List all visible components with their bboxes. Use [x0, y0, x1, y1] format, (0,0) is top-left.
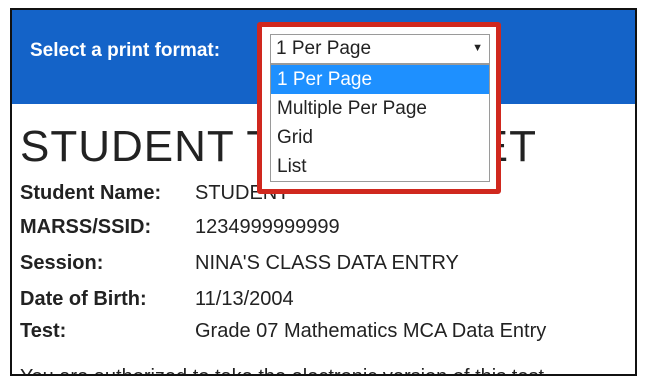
ssid-value: 1234999999999 [195, 216, 340, 238]
print-format-selected-value: 1 Per Page [276, 38, 372, 59]
ssid-row: MARSS/SSID: 1234999999999 [20, 216, 340, 239]
print-format-select[interactable]: 1 Per Page ▼ [270, 34, 490, 64]
test-value: Grade 07 Mathematics MCA Data Entry [195, 320, 547, 342]
session-label: Session: [20, 252, 104, 274]
dob-row: Date of Birth: 11/13/2004 [20, 288, 294, 311]
option-1-per-page[interactable]: 1 Per Page [271, 65, 489, 94]
option-grid[interactable]: Grid [271, 123, 489, 152]
session-row: Session: NINA'S CLASS DATA ENTRY [20, 252, 459, 275]
test-row: Test: Grade 07 Mathematics MCA Data Entr… [20, 320, 546, 343]
student-name-label: Student Name: [20, 182, 162, 204]
authorization-text: You are authorized to take the electroni… [20, 366, 544, 374]
ssid-label: MARSS/SSID: [20, 216, 152, 238]
session-value: NINA'S CLASS DATA ENTRY [195, 252, 459, 274]
test-label: Test: [20, 320, 67, 342]
dob-label: Date of Birth: [20, 288, 147, 310]
print-format-options: 1 Per Page Multiple Per Page Grid List [270, 64, 490, 182]
option-multiple-per-page[interactable]: Multiple Per Page [271, 94, 489, 123]
student-name-row: Student Name: STUDENT [20, 182, 289, 205]
print-format-highlight: 1 Per Page ▼ 1 Per Page Multiple Per Pag… [257, 22, 501, 194]
print-format-label: Select a print format: [30, 40, 221, 61]
chevron-down-icon: ▼ [472, 42, 483, 54]
dob-value: 11/13/2004 [195, 288, 294, 310]
option-list[interactable]: List [271, 152, 489, 181]
